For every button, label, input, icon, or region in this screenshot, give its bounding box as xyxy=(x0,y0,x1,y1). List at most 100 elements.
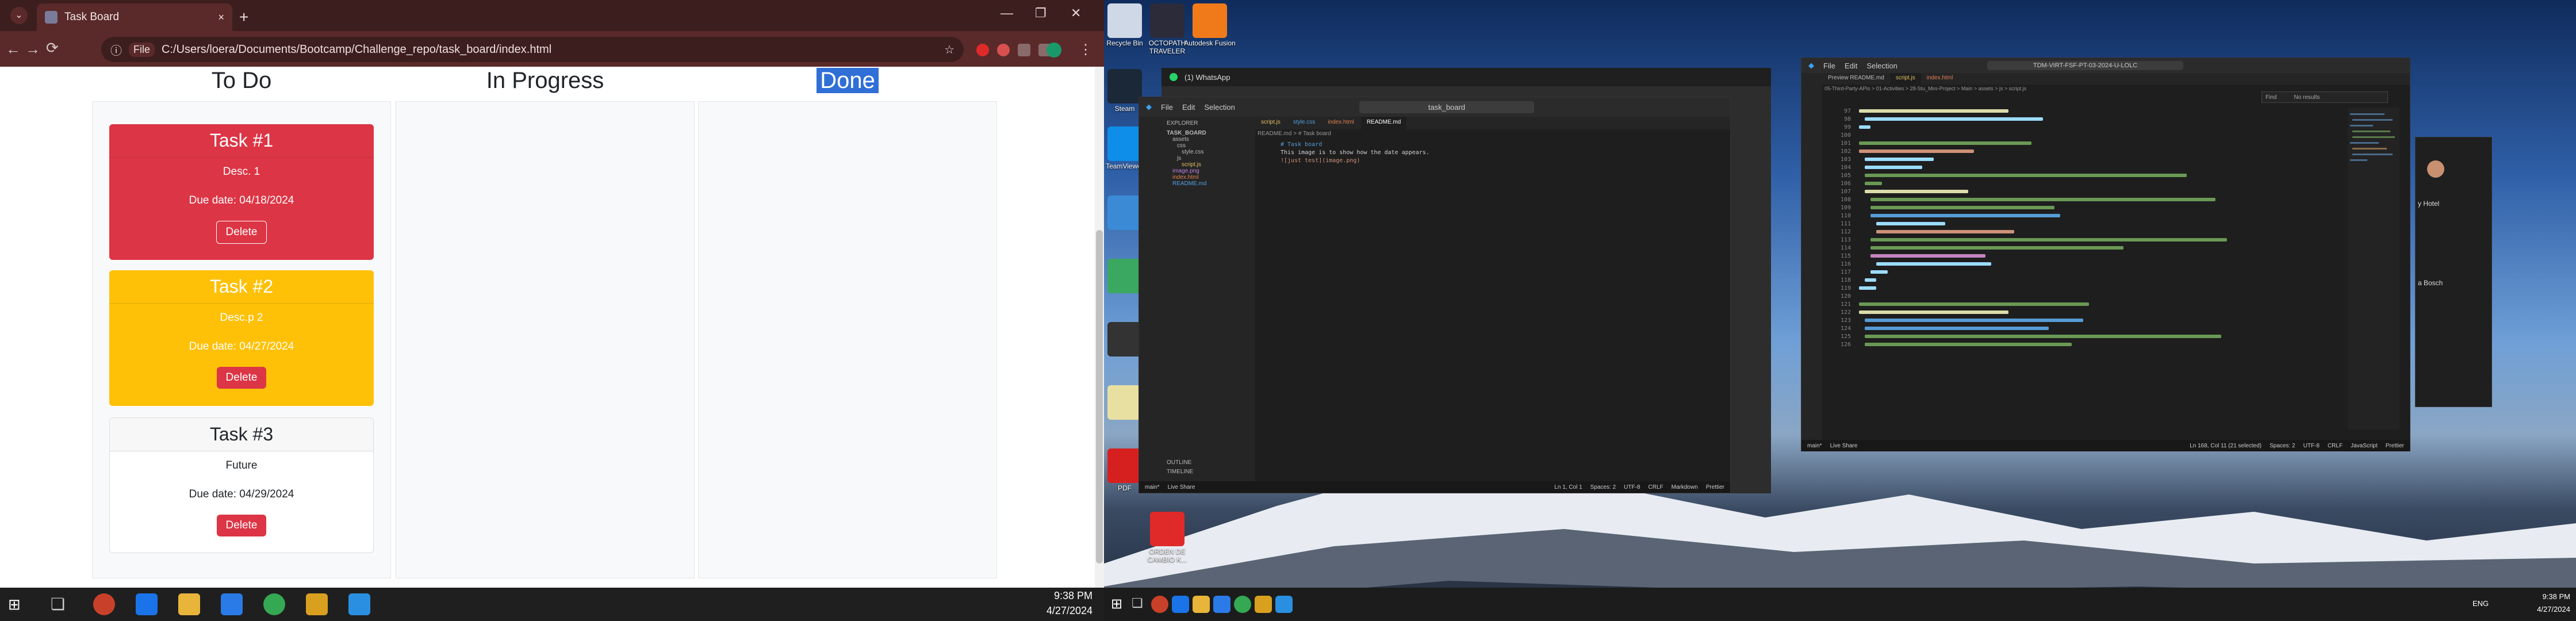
clock-time[interactable]: 9:38 PM xyxy=(1023,590,1092,602)
steam-icon[interactable] xyxy=(1107,69,1142,103)
app-shortcut-icon[interactable] xyxy=(1107,259,1142,293)
code-editor[interactable]: # Task board This image is to show how th… xyxy=(1281,141,1429,165)
chrome-profile-taskbar-icon[interactable] xyxy=(263,593,285,615)
delete-button[interactable]: Delete xyxy=(216,221,267,244)
clock-date[interactable]: 4/27/2024 xyxy=(1023,605,1092,617)
task-view-icon[interactable]: ❏ xyxy=(1132,596,1143,611)
chrome-taskbar-icon[interactable] xyxy=(1151,596,1168,613)
status-eol[interactable]: CRLF xyxy=(1649,484,1663,490)
explorer-root[interactable]: TASK_BOARD xyxy=(1167,130,1252,136)
menu-file[interactable]: File xyxy=(1161,103,1173,112)
outlook-taskbar-icon[interactable] xyxy=(136,593,158,615)
teamviewer-icon[interactable] xyxy=(1107,126,1142,161)
tree-item[interactable]: style.css xyxy=(1167,149,1252,155)
outlook-taskbar-icon[interactable] xyxy=(1172,596,1189,613)
app-c-taskbar-icon[interactable] xyxy=(1213,596,1230,613)
delete-button[interactable]: Delete xyxy=(216,515,267,536)
pdf-file-icon[interactable] xyxy=(1107,448,1142,483)
status-encoding[interactable]: UTF-8 xyxy=(1624,484,1640,490)
status-prettier[interactable]: Prettier xyxy=(1706,484,1724,490)
clock-date[interactable]: 4/27/2024 xyxy=(2507,605,2570,614)
forward-button[interactable]: → xyxy=(25,40,40,58)
tab-index-html[interactable]: index.html xyxy=(1322,117,1360,129)
tab-readme-md[interactable]: README.md xyxy=(1360,117,1407,129)
command-center[interactable]: TDM-VIRT-FSF-PT-03-2024-U-LOLC xyxy=(1987,61,2184,70)
menu-item[interactable]: File xyxy=(1823,62,1835,70)
status-position[interactable]: Ln 1, Col 1 xyxy=(1554,484,1582,490)
timeline-section[interactable]: TIMELINE xyxy=(1167,469,1193,475)
tree-item[interactable]: assets xyxy=(1167,136,1252,143)
lane-in-progress[interactable] xyxy=(396,101,695,578)
whatsapp-chat-window[interactable]: y Hotel a Bosch xyxy=(2415,137,2492,407)
find-input[interactable]: Find xyxy=(2266,94,2276,101)
page-scrollbar-thumb[interactable] xyxy=(1096,230,1103,564)
app-shortcut-icon[interactable] xyxy=(1107,322,1142,356)
lane-done[interactable] xyxy=(698,101,997,578)
task-view-icon[interactable]: ❏ xyxy=(51,595,65,614)
extension-icon[interactable] xyxy=(997,44,1010,56)
close-window-icon[interactable]: ✕ xyxy=(1071,6,1081,21)
vscode-taskbar-icon[interactable] xyxy=(1275,596,1293,613)
info-icon[interactable]: ⓘ xyxy=(110,41,122,58)
menu-selection[interactable]: Selection xyxy=(1204,103,1235,112)
tree-item[interactable]: index.html xyxy=(1167,174,1252,181)
status-encoding[interactable]: UTF-8 xyxy=(2303,443,2320,449)
minimap[interactable] xyxy=(2348,108,2399,430)
chrome-profile-taskbar-icon[interactable] xyxy=(1234,596,1251,613)
octopath-icon[interactable] xyxy=(1150,3,1184,38)
contact-name[interactable]: a Bosch xyxy=(2418,279,2443,287)
tree-item[interactable]: README.md xyxy=(1167,181,1252,187)
menu-item[interactable]: Selection xyxy=(1866,62,1897,70)
file-explorer-taskbar-icon[interactable] xyxy=(178,593,200,615)
reload-button[interactable]: ⟳ xyxy=(46,39,59,57)
command-center[interactable]: task_board xyxy=(1359,101,1535,113)
menu-edit[interactable]: Edit xyxy=(1182,103,1195,112)
tab-style-css[interactable]: style.css xyxy=(1287,117,1321,129)
tree-item[interactable]: script.js xyxy=(1167,162,1252,168)
profile-avatar[interactable] xyxy=(1046,43,1061,57)
extension-icon[interactable] xyxy=(976,44,989,56)
language-indicator[interactable]: ENG xyxy=(2472,599,2489,608)
status-live-share[interactable]: Live Share xyxy=(1168,484,1195,490)
extensions-puzzle-icon[interactable] xyxy=(1018,44,1030,56)
status-position[interactable]: Ln 168, Col 11 (21 selected) xyxy=(2190,443,2261,449)
task-card[interactable]: Task #3 Future Due date: 04/29/2024 Dele… xyxy=(109,417,374,553)
contact-name[interactable]: y Hotel xyxy=(2418,200,2439,208)
status-branch[interactable]: main* xyxy=(1807,443,1822,449)
tree-item[interactable]: js xyxy=(1167,155,1252,162)
status-eol[interactable]: CRLF xyxy=(2328,443,2343,449)
tab-index-html[interactable]: index.html xyxy=(1921,73,1959,85)
pdf-file-icon[interactable] xyxy=(1150,512,1184,546)
git-taskbar-icon[interactable] xyxy=(1255,596,1272,613)
recycle-bin-icon[interactable] xyxy=(1107,3,1142,38)
tree-item[interactable]: css xyxy=(1167,143,1252,149)
clock-time[interactable]: 9:38 PM xyxy=(2507,592,2570,601)
menu-item[interactable]: Edit xyxy=(1845,62,1857,70)
restore-icon[interactable]: ❐ xyxy=(1035,6,1046,21)
breadcrumb[interactable]: 05-Third-Party-APIs > 01-Activities > 28… xyxy=(1824,86,2026,91)
autodesk-fusion-icon[interactable] xyxy=(1193,3,1227,38)
breadcrumb[interactable]: README.md > # Task board xyxy=(1258,131,1331,137)
start-icon[interactable]: ⊞ xyxy=(8,596,21,614)
bookmark-star-icon[interactable]: ☆ xyxy=(944,43,954,57)
app-shortcut-icon[interactable] xyxy=(1107,195,1142,230)
vscode-window-mid[interactable]: ◆ File Edit Selection task_board EXPLORE… xyxy=(1138,97,1731,493)
delete-button[interactable]: Delete xyxy=(216,367,267,389)
status-branch[interactable]: main* xyxy=(1145,484,1160,490)
status-spaces[interactable]: Spaces: 2 xyxy=(2270,443,2295,449)
tab-preview-readme[interactable]: Preview README.md xyxy=(1822,73,1890,85)
start-icon[interactable]: ⊞ xyxy=(1111,596,1122,612)
tree-item[interactable]: image.png xyxy=(1167,168,1252,174)
tab-script-js[interactable]: script.js xyxy=(1255,117,1286,129)
vscode-window-right[interactable]: ◆ File Edit Selection TDM-VIRT-FSF-PT-03… xyxy=(1801,57,2410,451)
back-button[interactable]: ← xyxy=(6,40,21,58)
task-card[interactable]: Task #2 Desc.p 2 Due date: 04/27/2024 De… xyxy=(109,270,374,406)
chrome-taskbar-icon[interactable] xyxy=(93,593,115,615)
find-widget[interactable]: Find No results xyxy=(2261,91,2388,103)
git-taskbar-icon[interactable] xyxy=(306,593,328,615)
code-editor[interactable] xyxy=(1859,108,2256,349)
status-spaces[interactable]: Spaces: 2 xyxy=(1590,484,1616,490)
address-bar[interactable]: ⓘ File C:/Users/loera/Documents/Bootcamp… xyxy=(101,37,964,62)
new-tab-button[interactable]: + xyxy=(239,8,248,26)
tab-script-js[interactable]: script.js xyxy=(1889,73,1921,85)
